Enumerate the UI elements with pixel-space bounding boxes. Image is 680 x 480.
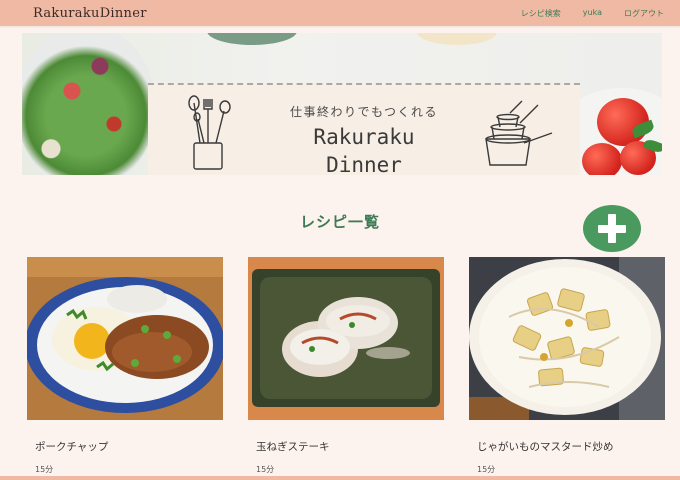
navbar: RakurakuDinner レシピ検索 yuka ログアウト bbox=[0, 0, 680, 26]
radish-image bbox=[582, 143, 622, 175]
recipe-time: 15分 bbox=[477, 465, 496, 474]
bowl-image bbox=[417, 33, 497, 45]
recipe-list-title: レシピ一覧 bbox=[299, 213, 380, 231]
recipe-card[interactable]: 玉ねぎステーキ 15分 bbox=[248, 257, 444, 474]
hero-title-card: 仕事終わりでもつくれる Rakuraku Dinner bbox=[148, 83, 580, 175]
recipe-time: 15分 bbox=[35, 465, 54, 474]
add-recipe-button[interactable] bbox=[583, 205, 641, 252]
recipe-title[interactable]: 玉ねぎステーキ bbox=[256, 439, 330, 454]
bowl-image bbox=[207, 33, 297, 45]
salad-image bbox=[22, 33, 156, 175]
pots-icon bbox=[485, 100, 553, 166]
recipe-title[interactable]: ポークチャップ bbox=[35, 439, 108, 454]
recipe-image bbox=[248, 257, 444, 420]
footer-bar bbox=[0, 476, 680, 480]
nav-user-link[interactable]: yuka bbox=[583, 8, 602, 19]
nav-links: レシピ検索 yuka ログアウト bbox=[521, 8, 664, 19]
recipe-card[interactable]: じゃがいものマスタード炒め 15分 bbox=[469, 257, 665, 474]
recipe-title[interactable]: じゃがいものマスタード炒め bbox=[477, 439, 614, 454]
hero-banner: 仕事終わりでもつくれる Rakuraku Dinner bbox=[22, 33, 662, 175]
recipe-image bbox=[27, 257, 223, 420]
recipe-image bbox=[469, 257, 665, 420]
brand-logo[interactable]: RakurakuDinner bbox=[33, 6, 147, 21]
recipe-card[interactable]: ポークチャップ 15分 bbox=[27, 257, 223, 474]
recipe-time: 15分 bbox=[256, 465, 275, 474]
nav-recipe-search-link[interactable]: レシピ検索 bbox=[521, 8, 561, 19]
nav-logout-link[interactable]: ログアウト bbox=[624, 8, 664, 19]
plus-icon bbox=[598, 225, 626, 233]
